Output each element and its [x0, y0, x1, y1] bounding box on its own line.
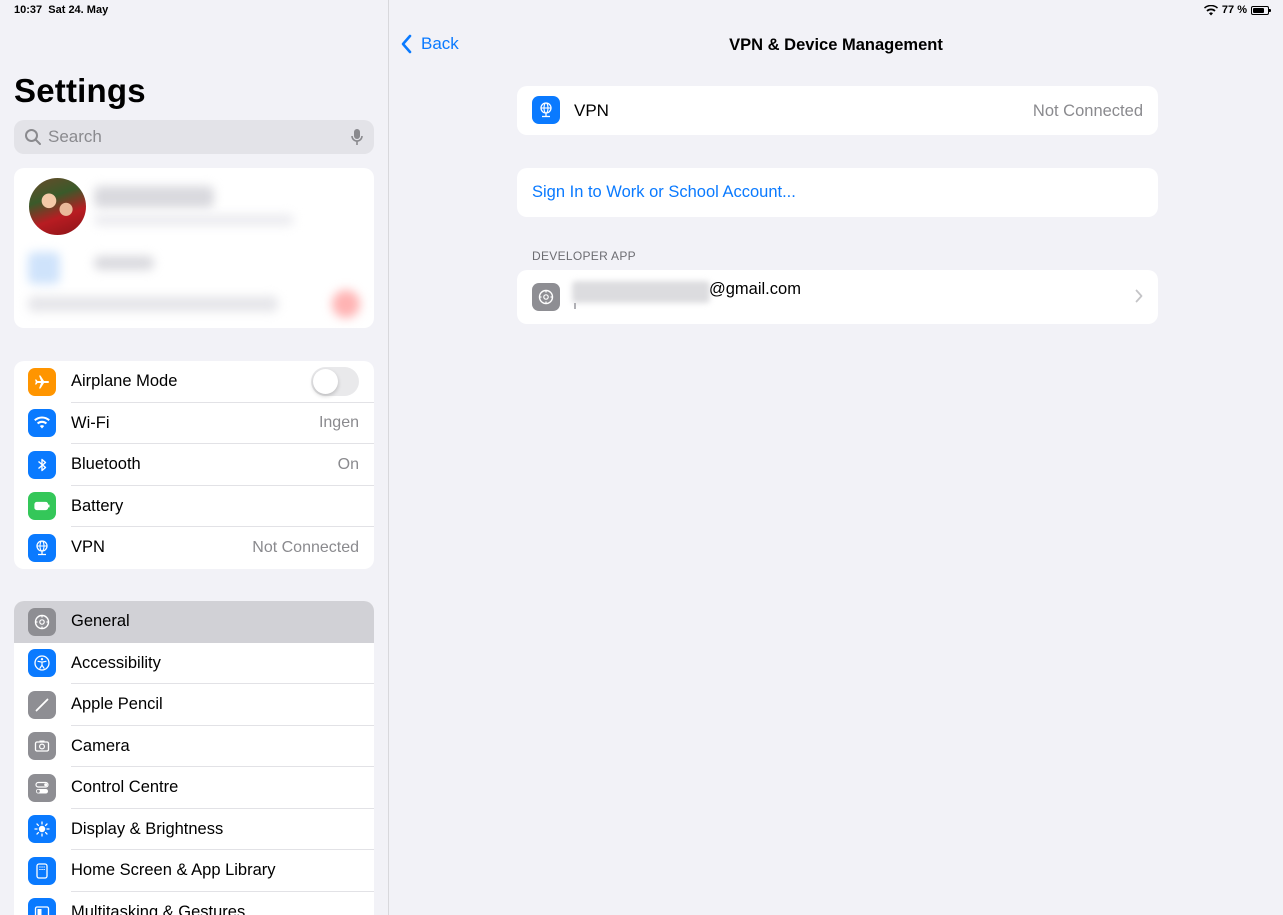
vpn-value: Not Connected — [252, 538, 359, 556]
battery-percent: 77 % — [1221, 4, 1247, 16]
redacted-account-name — [94, 186, 214, 208]
settings-sidebar: Settings Search Airplane Mode Wi-Fi Inge… — [0, 0, 389, 915]
sidebar-item-label: Accessibility — [71, 653, 161, 672]
redacted-suggestion-text — [28, 296, 278, 312]
sidebar-item-display-brightness[interactable]: Display & Brightness — [14, 809, 374, 850]
sidebar-item-vpn[interactable]: VPN Not Connected — [14, 527, 374, 569]
vpn-label: VPN — [574, 101, 609, 120]
bluetooth-value: On — [337, 455, 359, 473]
developer-app-row[interactable]: @gmail.com — [517, 270, 1158, 324]
chevron-right-icon — [1135, 289, 1143, 303]
camera-icon — [28, 732, 56, 761]
microphone-icon[interactable] — [350, 128, 364, 146]
vpn-row[interactable]: VPN Not Connected — [517, 86, 1158, 135]
redacted-subtitle — [574, 303, 576, 309]
pencil-icon — [28, 690, 56, 719]
sidebar-item-label: Bluetooth — [71, 455, 141, 474]
vpn-status: Not Connected — [1032, 102, 1143, 120]
redacted-suggestion-icon — [28, 252, 60, 284]
sidebar-item-general[interactable]: General — [14, 601, 374, 643]
vpn-icon — [28, 533, 56, 562]
redacted-account-detail — [94, 214, 294, 226]
sidebar-item-airplane-mode[interactable]: Airplane Mode — [14, 361, 374, 403]
vpn-icon — [532, 96, 560, 124]
control-centre-icon — [28, 773, 56, 802]
sidebar-item-control-centre[interactable]: Control Centre — [14, 767, 374, 809]
brightness-icon — [28, 815, 56, 844]
gear-icon — [532, 283, 560, 311]
sidebar-item-label: VPN — [71, 538, 105, 557]
gear-icon — [28, 607, 56, 636]
battery-icon — [28, 492, 56, 521]
status-indicators: 77 % — [1203, 4, 1271, 16]
sidebar-item-home-screen[interactable]: Home Screen & App Library — [14, 850, 374, 892]
sidebar-item-wifi[interactable]: Wi-Fi Ingen — [14, 403, 374, 444]
sidebar-item-label: General — [71, 612, 130, 631]
wifi-value: Ingen — [318, 414, 359, 432]
airplane-mode-toggle[interactable] — [311, 367, 359, 397]
page-title: VPN & Device Management — [729, 36, 943, 54]
sidebar-item-label: Display & Brightness — [71, 819, 224, 838]
sidebar-item-apple-pencil[interactable]: Apple Pencil — [14, 684, 374, 726]
airplane-icon — [28, 367, 56, 396]
apple-account-card[interactable] — [14, 168, 374, 328]
sidebar-item-label: Multitasking & Gestures — [71, 902, 246, 915]
home-screen-icon — [28, 856, 56, 885]
redacted-suggestion-title — [94, 256, 154, 270]
sidebar-item-multitasking[interactable]: Multitasking & Gestures — [14, 892, 374, 915]
connectivity-group: Airplane Mode Wi-Fi Ingen Bluetooth On B… — [14, 361, 374, 569]
search-placeholder: Search — [48, 127, 102, 146]
redacted-badge — [332, 290, 360, 318]
search-icon — [25, 129, 41, 145]
wifi-status-icon — [1203, 4, 1218, 15]
battery-status-icon — [1251, 5, 1271, 15]
sidebar-item-camera[interactable]: Camera — [14, 726, 374, 767]
sidebar-item-battery[interactable]: Battery — [14, 486, 374, 527]
wifi-icon — [28, 409, 56, 438]
bluetooth-icon — [28, 450, 56, 479]
sign-in-work-school-button[interactable]: Sign In to Work or School Account... — [517, 168, 1158, 217]
redacted-email-user — [572, 281, 710, 303]
sidebar-item-label: Battery — [71, 496, 124, 515]
search-field[interactable]: Search — [14, 120, 374, 154]
developer-app-header: DEVELOPER APP — [532, 249, 636, 263]
accessibility-icon — [28, 649, 56, 678]
sign-in-label: Sign In to Work or School Account... — [532, 183, 796, 201]
sidebar-title: Settings — [14, 72, 146, 109]
developer-email: @gmail.com — [709, 280, 801, 298]
sidebar-item-accessibility[interactable]: Accessibility — [14, 643, 374, 684]
sidebar-item-label: Apple Pencil — [71, 695, 163, 714]
avatar[interactable] — [29, 178, 86, 235]
multitasking-icon — [28, 898, 56, 915]
sidebar-item-label: Airplane Mode — [71, 372, 178, 391]
sidebar-item-label: Wi-Fi — [71, 413, 110, 432]
general-group: General Accessibility Apple Pencil Camer… — [14, 601, 374, 915]
sidebar-item-label: Home Screen & App Library — [71, 861, 276, 880]
sidebar-item-label: Camera — [71, 736, 130, 755]
sidebar-item-bluetooth[interactable]: Bluetooth On — [14, 444, 374, 486]
sidebar-item-label: Control Centre — [71, 778, 179, 797]
